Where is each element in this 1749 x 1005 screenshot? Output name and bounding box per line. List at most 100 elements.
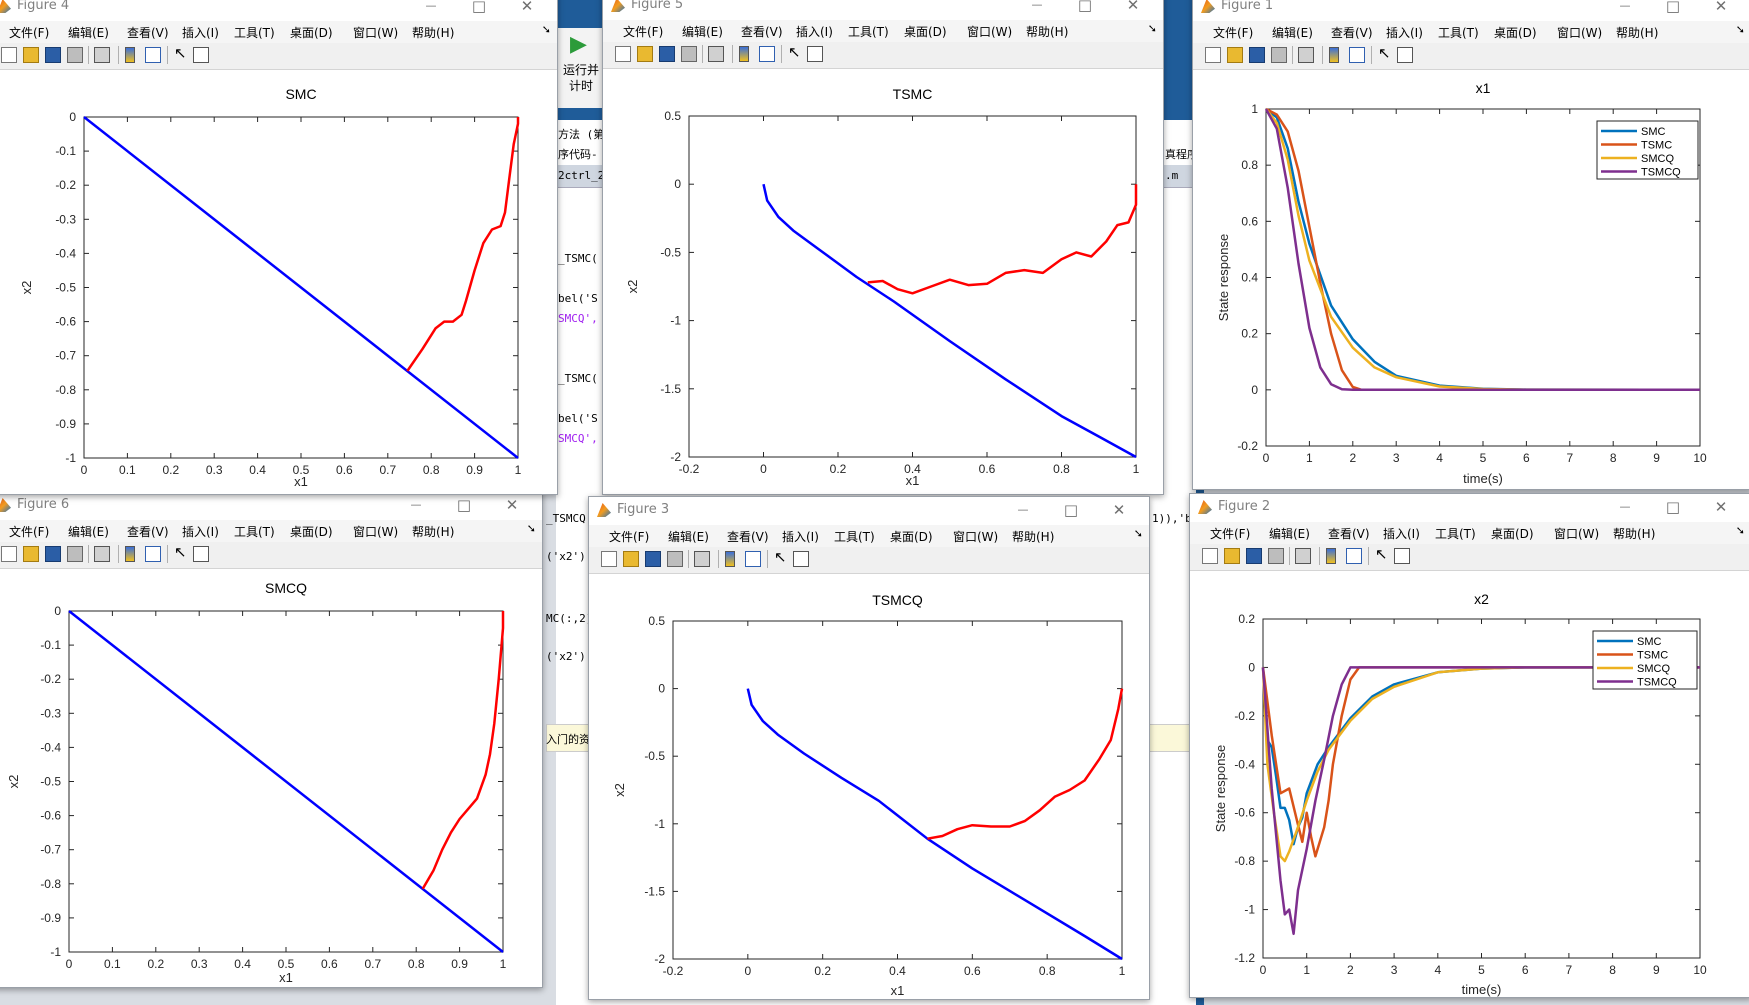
x-tick-label: 0.8 (408, 957, 425, 971)
figure-window-4[interactable]: Figure 4— □ ✕ 文件(F) 编辑(E) 查看(V) 插入(I) 工具(T) 桌面(D… (0, 0, 558, 495)
x-tick-label: 0.8 (1053, 462, 1070, 476)
run-label-line2: 计时 (568, 79, 593, 93)
x-tick-label: 4 (1436, 451, 1443, 465)
x-tick-label: 0.2 (162, 463, 179, 477)
x-tick-label: 0 (760, 462, 767, 476)
figure-window-6[interactable]: Figure 6— □ ✕ 文件(F) 编辑(E) 查看(V) 插入(I) 工具(T) 桌面(D… (0, 491, 543, 988)
x-tick-label: 0.2 (814, 964, 831, 978)
editor-line: _TSMC( (558, 372, 598, 385)
editor-line: _TSMCQ (546, 512, 586, 525)
axes-box (672, 620, 1123, 960)
y-axis-label: x2 (612, 783, 627, 797)
editor-line: ('x2') (546, 650, 586, 663)
y-axis-label: x2 (19, 281, 34, 295)
y-tick-label: 0 (1251, 383, 1258, 397)
y-tick-label: 0 (69, 110, 76, 124)
y-tick-label: -0.4 (55, 246, 76, 260)
legend: SMC TSMCSMCQ TSMCQ (1592, 630, 1698, 690)
figure-window-3[interactable]: Figure 3— □ ✕ 文件(F) 编辑(E) 查看(V) 插入(I) 工具(T) 桌面(D… (588, 496, 1150, 1000)
x-tick-label: 1 (500, 957, 507, 971)
x-tick-label: 3 (1393, 451, 1400, 465)
y-tick-label: -0.5 (660, 245, 681, 259)
chart-svg: 0 0.1 0.2 0.3 0.4 0.5 0.6 0.7 0.8 0.9 10-0.1-0.2-0… (6, 580, 507, 985)
x-tick-label: -0.2 (679, 462, 700, 476)
x-axis-label: time(s) (1463, 471, 1503, 486)
run-and-time-button[interactable]: ▶ 运行并 计时 (556, 28, 605, 108)
y-tick-label: -0.4 (40, 740, 61, 754)
legend-entry: TSMCQ (1637, 677, 1677, 689)
y-tick-label: -0.3 (40, 706, 61, 720)
y-tick-label: -2 (654, 952, 665, 966)
x-tick-label: 1 (1303, 963, 1310, 977)
x-tick-label: 10 (1693, 451, 1707, 465)
y-tick-label: 0.5 (648, 614, 665, 628)
x-tick-label: 0 (81, 463, 88, 477)
x-axis-label: x1 (906, 473, 920, 488)
legend-entry: SMCQ (1637, 663, 1670, 675)
y-tick-label: -1 (65, 451, 76, 465)
y-tick-label: -2 (670, 450, 681, 464)
x-tick-label: 0.3 (191, 957, 208, 971)
y-tick-label: -0.3 (55, 212, 76, 226)
editor-fragment: 1)),'b (1152, 512, 1192, 525)
editor-line: bel('S (558, 292, 598, 305)
plot-title: TSMC (893, 86, 933, 102)
legend-entry: SMC (1641, 126, 1666, 138)
x-tick-label: 0.7 (364, 957, 381, 971)
figure-window-5[interactable]: Figure 5— □ ✕ 文件(F) 编辑(E) 查看(V) 插入(I) 工具(T) 桌面(D… (602, 0, 1164, 495)
x-tick-label: 0.4 (249, 463, 266, 477)
plot-title: x1 (1476, 80, 1491, 96)
x-axis-label: time(s) (1462, 982, 1502, 997)
x-tick-label: 0.6 (979, 462, 996, 476)
y-tick-label: -0.1 (40, 638, 61, 652)
y-tick-label: -0.6 (1234, 806, 1255, 820)
y-axis-label: State response (1216, 234, 1231, 321)
y-tick-label: -0.2 (55, 178, 76, 192)
plot-title: SMC (285, 86, 316, 102)
x-tick-label: 4 (1434, 963, 1441, 977)
x-tick-label: 2 (1349, 451, 1356, 465)
x-tick-label: 6 (1523, 451, 1530, 465)
x-tick-label: 0.6 (964, 964, 981, 978)
x-tick-label: 9 (1653, 963, 1660, 977)
x-tick-label: 0.4 (234, 957, 251, 971)
x-tick-label: 0 (1263, 451, 1270, 465)
x-tick-label: 0.8 (1039, 964, 1056, 978)
editor-line: MC(:,2) (546, 612, 593, 625)
editor-line: 序代码- (558, 148, 598, 161)
y-tick-label: -0.9 (55, 417, 76, 431)
editor-line: bel('S (558, 412, 598, 425)
figure-window-2[interactable]: Figure 2— □ ✕ 文件(F) 编辑(E) 查看(V) 插入(I) 工具(T) 桌面(D… (1189, 493, 1749, 998)
chart-svg: 0 0.1 0.2 0.3 0.4 0.5 0.6 0.7 0.8 0.9 10-0.1-0.2-0… (19, 86, 522, 489)
x-tick-label: 8 (1609, 963, 1616, 977)
x-tick-label: 0.5 (278, 957, 295, 971)
x-tick-label: 0.7 (379, 463, 396, 477)
y-tick-label: -0.7 (40, 843, 61, 857)
legend-entry: TSMCQ (1641, 167, 1681, 179)
x-tick-label: 7 (1566, 963, 1573, 977)
x-tick-label: 0 (1260, 963, 1267, 977)
y-tick-label: -0.5 (55, 281, 76, 295)
figure-window-1[interactable]: Figure 1— □ ✕ 文件(F) 编辑(E) 查看(V) 插入(I) 工具(T) 桌面(D… (1192, 0, 1749, 490)
chart-svg: -0.2 0 0.2 0.4 0.6 0.8 10.50-0.5-1-1.5-2TSMCx1… (625, 86, 1140, 488)
x-axis-label: x1 (891, 983, 905, 998)
x-tick-label: 7 (1566, 451, 1573, 465)
x-tick-label: 0.4 (889, 964, 906, 978)
y-tick-label: -1.5 (660, 382, 681, 396)
y-tick-label: -1.2 (1234, 951, 1255, 965)
chart-svg: -0.2 0 0.2 0.4 0.6 0.8 1 0.5 0 -0.5 -1 -1.5 -2 TSMCQ x… (612, 592, 1126, 998)
y-tick-label: -0.5 (40, 775, 61, 789)
x-tick-label: 0 (66, 957, 73, 971)
y-tick-label: 0.4 (1241, 271, 1258, 285)
x-tick-label: 0.8 (423, 463, 440, 477)
y-tick-label: 0.5 (664, 109, 681, 123)
axes-box (688, 115, 1137, 458)
x-tick-label: 1 (515, 463, 522, 477)
y-tick-label: -1 (654, 817, 665, 831)
x-tick-label: 10 (1693, 963, 1707, 977)
y-tick-label: -0.7 (55, 349, 76, 363)
x-tick-label: 1 (1133, 462, 1140, 476)
y-tick-label: -1 (670, 314, 681, 328)
x-tick-label: 5 (1480, 451, 1487, 465)
plot-title: TSMCQ (872, 592, 923, 608)
